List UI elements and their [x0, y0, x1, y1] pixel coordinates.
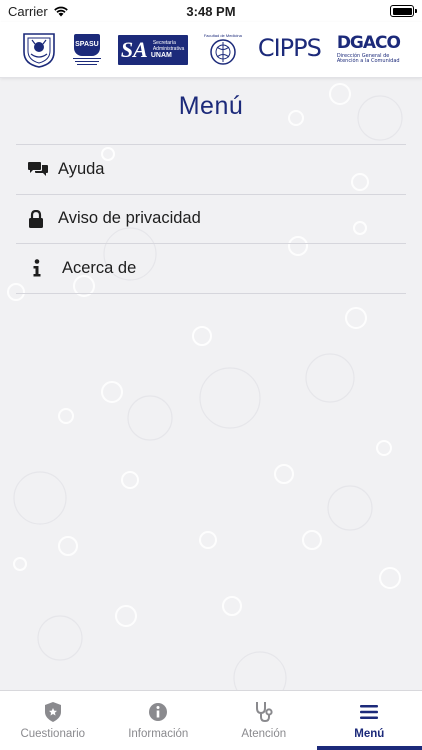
menu-item-acerca-de[interactable]: Acerca de: [16, 244, 406, 294]
menu-list: Ayuda Aviso de privacidad Acerca de: [16, 144, 406, 294]
dgaco-logo: DGACO Dirección General de Atención a la…: [336, 33, 401, 64]
status-bar: Carrier 3:48 PM: [0, 0, 422, 22]
battery-icon: [390, 5, 417, 17]
tab-cuestionario[interactable]: Cuestionario: [0, 691, 106, 750]
logo-header: SPASU SA Secretaría Administrativa UNAM …: [0, 22, 422, 78]
hamburger-icon: [360, 701, 379, 723]
tab-label: Menú: [354, 728, 385, 740]
menu-item-label: Ayuda: [58, 159, 105, 178]
stethoscope-icon: [254, 701, 274, 723]
tab-label: Cuestionario: [20, 728, 86, 740]
tab-informacion[interactable]: Información: [106, 691, 212, 750]
spasu-logo: SPASU: [72, 33, 102, 66]
menu-item-label: Aviso de privacidad: [58, 209, 201, 228]
page-title: Menú: [178, 92, 244, 120]
chat-icon: [28, 159, 58, 179]
status-time: 3:48 PM: [186, 3, 236, 19]
badge-icon: [44, 701, 62, 723]
info-icon: [28, 258, 58, 278]
menu-item-label: Acerca de: [62, 258, 137, 277]
menu-item-ayuda[interactable]: Ayuda: [16, 145, 406, 195]
cipps-logo: CIPPS: [257, 33, 322, 62]
facultad-medicina-logo: Facultad de Medicina: [204, 33, 242, 66]
lock-icon: [28, 209, 58, 229]
tab-label: Información: [128, 728, 189, 740]
tab-menu[interactable]: Menú: [316, 691, 422, 750]
tab-atencion[interactable]: Atención: [211, 691, 317, 750]
menu-item-aviso-privacidad[interactable]: Aviso de privacidad: [16, 195, 406, 244]
info-circle-icon: [148, 701, 168, 723]
tab-bar: Cuestionario Información Atención Menú: [0, 690, 422, 750]
unam-logo: [22, 32, 56, 68]
sa-unam-logo: SA Secretaría Administrativa UNAM: [117, 34, 188, 65]
tab-label: Atención: [241, 728, 287, 740]
